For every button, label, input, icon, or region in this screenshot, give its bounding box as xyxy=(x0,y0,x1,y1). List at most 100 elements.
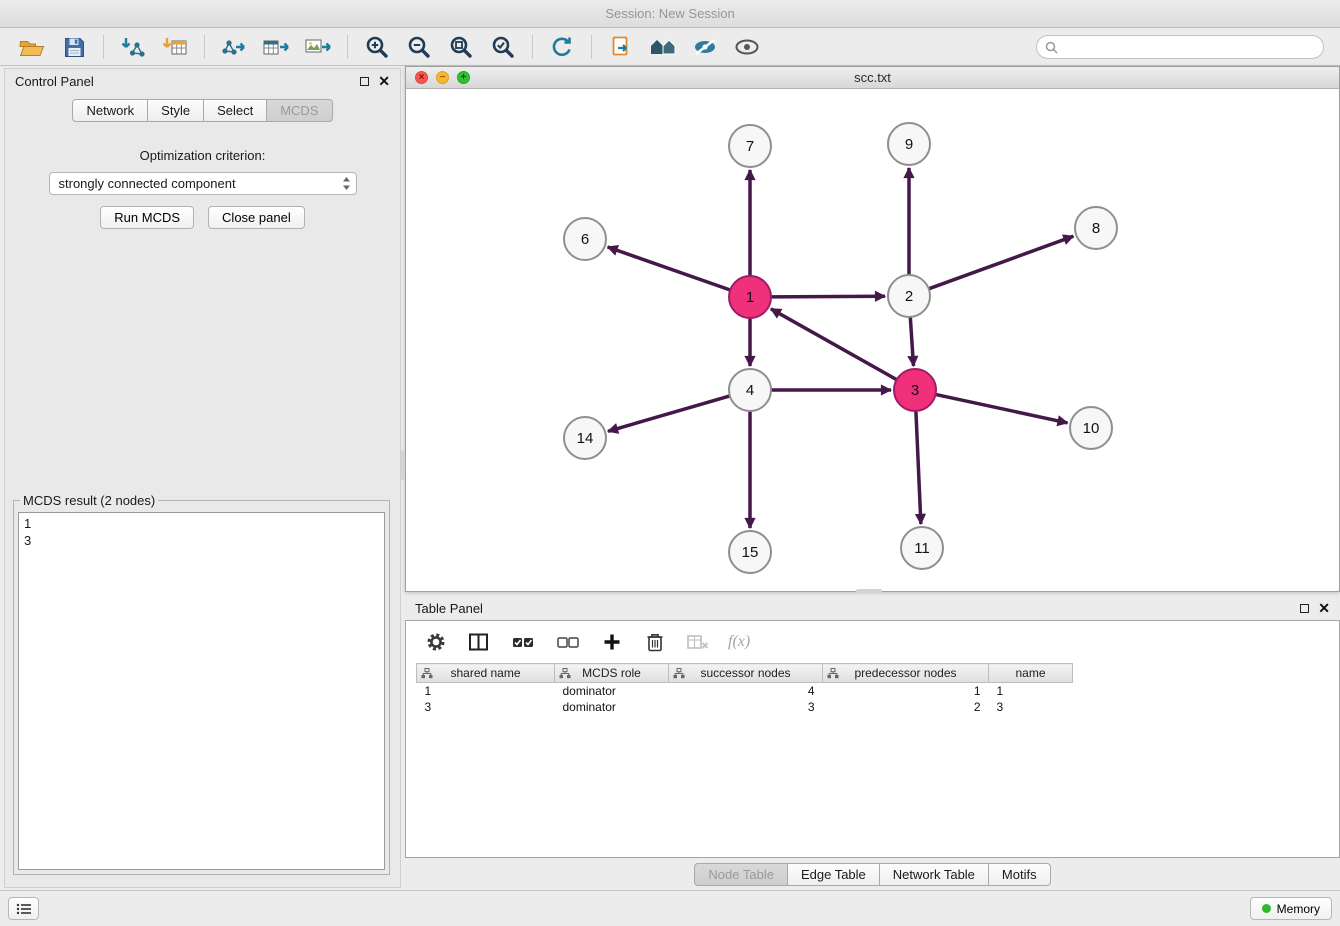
graph-node-1[interactable]: 1 xyxy=(729,276,771,318)
zoom-out-icon xyxy=(406,35,432,59)
graph-node-4[interactable]: 4 xyxy=(729,369,771,411)
select-all-icon xyxy=(512,635,534,650)
show-all-button[interactable] xyxy=(727,32,767,62)
deselect-all-rows-button[interactable] xyxy=(554,627,582,657)
export-table-button[interactable] xyxy=(256,32,296,62)
mcds-result-fieldset: MCDS result (2 nodes) 1 3 xyxy=(13,493,390,875)
graph-node-11[interactable]: 11 xyxy=(901,527,943,569)
tab-style[interactable]: Style xyxy=(148,99,204,122)
column-header-successor-nodes[interactable]: successor nodes xyxy=(669,664,823,683)
save-session-button[interactable] xyxy=(54,32,94,62)
close-window-icon[interactable]: × xyxy=(415,71,428,84)
table-panel-header: Table Panel ✕ xyxy=(405,597,1340,619)
tab-network-table[interactable]: Network Table xyxy=(880,863,989,886)
edge-3-11[interactable] xyxy=(916,411,921,524)
task-history-button[interactable] xyxy=(8,897,39,920)
zoom-window-icon[interactable]: + xyxy=(457,71,470,84)
delete-table-icon xyxy=(687,634,709,650)
show-columns-button[interactable] xyxy=(466,627,492,657)
select-all-rows-button[interactable] xyxy=(509,627,537,657)
float-panel-icon[interactable] xyxy=(360,77,369,86)
network-window-titlebar[interactable]: × − + scc.txt xyxy=(406,67,1339,89)
refresh-icon xyxy=(550,36,574,58)
run-mcds-button[interactable]: Run MCDS xyxy=(100,206,194,229)
close-panel-button[interactable]: Close panel xyxy=(208,206,305,229)
clone-network-button[interactable] xyxy=(601,32,641,62)
graph-node-10[interactable]: 10 xyxy=(1070,407,1112,449)
node-table-body: 1dominator4113dominator323 xyxy=(417,683,1073,715)
close-table-panel-icon[interactable]: ✕ xyxy=(1318,602,1330,614)
import-table-button[interactable] xyxy=(155,32,195,62)
window-controls: × − + xyxy=(415,71,470,84)
edge-1-2[interactable] xyxy=(771,296,885,297)
edge-3-1[interactable] xyxy=(771,309,897,380)
delete-table-button[interactable] xyxy=(685,627,711,657)
zoom-selected-icon xyxy=(490,35,516,59)
zoom-fit-button[interactable] xyxy=(441,32,481,62)
tab-node-table[interactable]: Node Table xyxy=(694,863,788,886)
edge-2-8[interactable] xyxy=(929,236,1074,289)
graph-node-6[interactable]: 6 xyxy=(564,218,606,260)
add-column-button[interactable] xyxy=(599,627,625,657)
search-field[interactable] xyxy=(1036,35,1324,59)
first-neighbors-button[interactable] xyxy=(643,32,683,62)
tab-network[interactable]: Network xyxy=(72,99,148,122)
svg-text:14: 14 xyxy=(577,430,594,447)
svg-text:7: 7 xyxy=(746,138,754,155)
mcds-result-text[interactable]: 1 3 xyxy=(18,512,385,870)
tab-mcds[interactable]: MCDS xyxy=(267,99,332,122)
column-header-shared-name[interactable]: shared name xyxy=(417,664,555,683)
edge-3-10[interactable] xyxy=(936,394,1068,423)
graph-node-8[interactable]: 8 xyxy=(1075,207,1117,249)
tab-motifs[interactable]: Motifs xyxy=(989,863,1051,886)
edge-1-6[interactable] xyxy=(608,247,731,290)
export-network-button[interactable] xyxy=(214,32,254,62)
table-row[interactable]: 3dominator323 xyxy=(417,699,1073,715)
open-session-button[interactable] xyxy=(12,32,52,62)
toolbar-separator xyxy=(591,35,592,59)
import-network-button[interactable] xyxy=(113,32,153,62)
panel-splitter-vertical[interactable] xyxy=(401,450,405,480)
export-table-icon xyxy=(263,36,289,58)
hide-selected-button[interactable] xyxy=(685,32,725,62)
table-row[interactable]: 1dominator411 xyxy=(417,683,1073,699)
edge-2-3[interactable] xyxy=(910,317,913,366)
network-canvas[interactable]: 7 9 6 8 1 2 4 3 14 10 15 11 xyxy=(406,89,1339,591)
memory-button[interactable]: Memory xyxy=(1250,897,1332,920)
function-builder-button[interactable]: f(x) xyxy=(728,633,750,651)
column-header-name[interactable]: name xyxy=(989,664,1073,683)
minimize-window-icon[interactable]: − xyxy=(436,71,449,84)
graph-node-7[interactable]: 7 xyxy=(729,125,771,167)
hide-selected-icon xyxy=(692,37,718,57)
close-panel-icon[interactable]: ✕ xyxy=(378,75,390,87)
table-cell: 3 xyxy=(669,699,823,715)
zoom-in-button[interactable] xyxy=(357,32,397,62)
svg-text:2: 2 xyxy=(905,288,913,305)
svg-text:9: 9 xyxy=(905,136,913,153)
column-header-mcds-role[interactable]: MCDS role xyxy=(555,664,669,683)
svg-text:3: 3 xyxy=(911,382,919,399)
table-settings-button[interactable] xyxy=(423,627,449,657)
search-input[interactable] xyxy=(1063,40,1315,54)
control-panel-tabs: Network Style Select MCDS xyxy=(5,99,400,122)
graph-node-15[interactable]: 15 xyxy=(729,531,771,573)
float-table-panel-icon[interactable] xyxy=(1300,604,1309,613)
table-panel-tabs: Node Table Edge Table Network Table Moti… xyxy=(405,863,1340,886)
graph-node-9[interactable]: 9 xyxy=(888,123,930,165)
graph-node-2[interactable]: 2 xyxy=(888,275,930,317)
zoom-out-button[interactable] xyxy=(399,32,439,62)
save-icon xyxy=(64,37,85,58)
tab-select[interactable]: Select xyxy=(204,99,267,122)
column-header-predecessor-nodes[interactable]: predecessor nodes xyxy=(823,664,989,683)
panel-splitter-horizontal[interactable] xyxy=(856,589,882,593)
export-image-button[interactable] xyxy=(298,32,338,62)
graph-node-14[interactable]: 14 xyxy=(564,417,606,459)
zoom-selected-button[interactable] xyxy=(483,32,523,62)
edge-4-14[interactable] xyxy=(608,396,730,431)
graph-node-3[interactable]: 3 xyxy=(894,369,936,411)
refresh-view-button[interactable] xyxy=(542,32,582,62)
toolbar-separator xyxy=(103,35,104,59)
delete-column-button[interactable] xyxy=(642,627,668,657)
criterion-dropdown[interactable]: strongly connected component xyxy=(49,172,357,195)
tab-edge-table[interactable]: Edge Table xyxy=(788,863,880,886)
